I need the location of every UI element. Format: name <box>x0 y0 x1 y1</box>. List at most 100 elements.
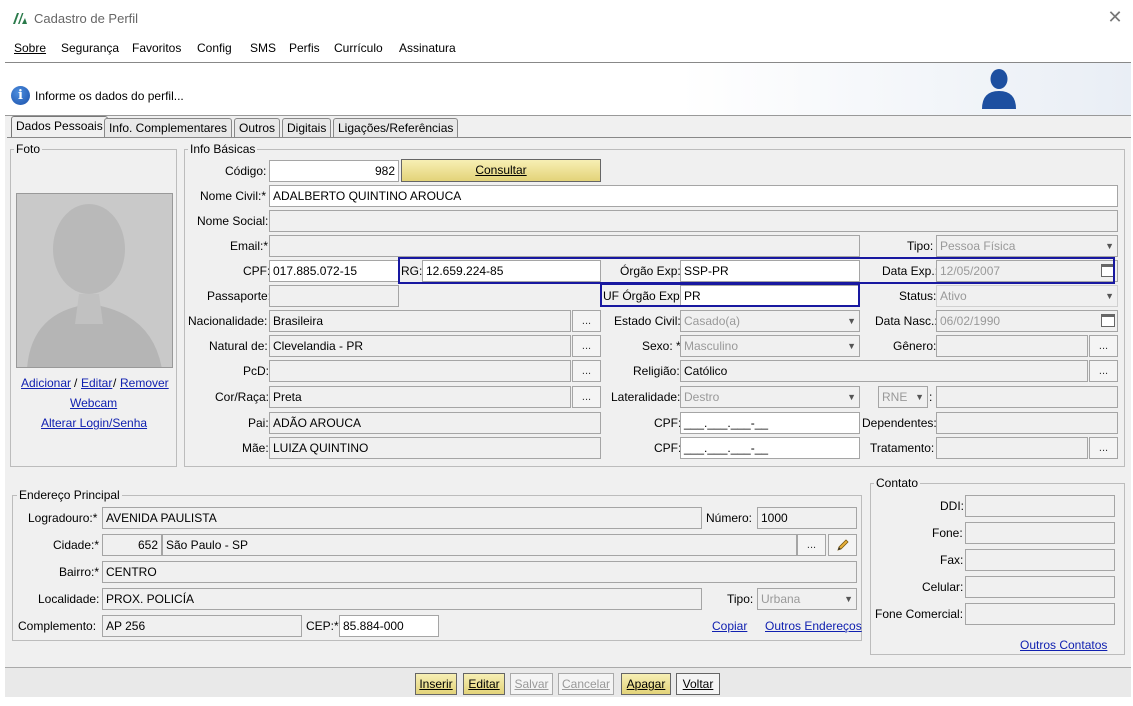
tab-digitais[interactable]: Digitais <box>282 118 332 138</box>
highlight-uf-orgao <box>600 283 860 307</box>
cidade-lookup-button[interactable]: ... <box>797 534 826 556</box>
nome-civil-field[interactable]: ADALBERTO QUINTINO AROUCA <box>269 185 1118 207</box>
nome-social-label: Nome Social: <box>197 214 269 228</box>
logradouro-label: Logradouro:* <box>28 511 98 525</box>
localidade-label: Localidade: <box>38 592 100 606</box>
cor-raca-lookup-button[interactable]: ... <box>572 386 601 408</box>
remove-photo-link[interactable]: Remover <box>120 376 169 390</box>
calendar-icon[interactable] <box>1101 314 1115 327</box>
voltar-button[interactable]: Voltar <box>676 673 720 695</box>
close-icon[interactable]: ✕ <box>1104 6 1126 28</box>
rne-select[interactable]: RNE ▼ <box>878 386 928 408</box>
alter-login-link[interactable]: Alterar Login/Senha <box>41 416 147 430</box>
natural-lookup-button[interactable]: ... <box>572 335 601 357</box>
complemento-field[interactable]: AP 256 <box>102 615 302 637</box>
menu-sms[interactable]: SMS <box>250 41 276 55</box>
tab-dados-pessoais[interactable]: Dados Pessoais <box>11 116 108 138</box>
menu-seguranca[interactable]: Segurança <box>61 41 119 55</box>
localidade-field[interactable]: PROX. POLICÍA <box>102 588 702 610</box>
email-label: Email:* <box>230 239 269 253</box>
mae-field[interactable]: LUIZA QUINTINO <box>269 437 601 459</box>
fax-label: Fax: <box>940 553 964 567</box>
cor-raca-label: Cor/Raça: <box>215 390 270 404</box>
webcam-link[interactable]: Webcam <box>70 396 117 410</box>
editar-button[interactable]: Editar <box>463 673 505 695</box>
religiao-lookup-button[interactable]: ... <box>1089 360 1118 382</box>
data-nasc-field[interactable]: 06/02/1990 <box>936 310 1118 332</box>
copiar-link[interactable]: Copiar <box>712 619 747 633</box>
menu-curriculo[interactable]: Currículo <box>334 41 383 55</box>
tratamento-field[interactable] <box>936 437 1088 459</box>
fax-field[interactable] <box>965 549 1115 571</box>
menu-bar: Sobre Segurança Favoritos Config SMS Per… <box>0 36 1133 62</box>
pencil-edit-icon[interactable] <box>828 534 857 556</box>
pcd-lookup-button[interactable]: ... <box>572 360 601 382</box>
tipo-select[interactable]: Pessoa Física ▼ <box>936 235 1118 257</box>
genero-lookup-button[interactable]: ... <box>1089 335 1118 357</box>
cidade-field[interactable]: São Paulo - SP <box>162 534 797 556</box>
tab-ligacoes-referencias[interactable]: Ligações/Referências <box>333 118 459 138</box>
cidade-code-field[interactable]: 652 <box>102 534 162 556</box>
menu-config[interactable]: Config <box>197 41 232 55</box>
numero-field[interactable]: 1000 <box>757 507 857 529</box>
cep-label: CEP:* <box>306 619 339 633</box>
menu-perfis[interactable]: Perfis <box>289 41 320 55</box>
ddi-field[interactable] <box>965 495 1115 517</box>
lateralidade-select[interactable]: Destro ▼ <box>680 386 860 408</box>
nome-social-field[interactable] <box>269 210 1118 232</box>
info-text: Informe os dados do perfil... <box>35 89 184 103</box>
nacionalidade-field[interactable]: Brasileira <box>269 310 571 332</box>
genero-field[interactable] <box>936 335 1088 357</box>
bairro-field[interactable]: CENTRO <box>102 561 857 583</box>
cancelar-button[interactable]: Cancelar <box>558 673 614 695</box>
natural-label: Natural de: <box>209 339 268 353</box>
salvar-button[interactable]: Salvar <box>510 673 553 695</box>
natural-field[interactable]: Clevelandia - PR <box>269 335 571 357</box>
menu-sobre[interactable]: Sobre <box>14 41 46 55</box>
fone-field[interactable] <box>965 522 1115 544</box>
edit-photo-link[interactable]: Editar <box>81 376 112 390</box>
religiao-field[interactable]: Católico <box>680 360 1088 382</box>
celular-field[interactable] <box>965 576 1115 598</box>
tab-outros[interactable]: Outros <box>234 118 281 138</box>
logradouro-field[interactable]: AVENIDA PAULISTA <box>102 507 702 529</box>
nacionalidade-lookup-button[interactable]: ... <box>572 310 601 332</box>
genero-label: Gênero: <box>893 339 937 353</box>
cpf-pai-field[interactable]: ___.___.___-__ <box>680 412 860 434</box>
consultar-button[interactable]: Consultar <box>401 159 601 182</box>
sexo-select[interactable]: Masculino ▼ <box>680 335 860 357</box>
codigo-field[interactable]: 982 <box>269 160 399 182</box>
cep-field[interactable]: 85.884-000 <box>339 615 439 637</box>
estado-civil-select[interactable]: Casado(a) ▼ <box>680 310 860 332</box>
add-photo-link[interactable]: Adicionar <box>21 376 71 390</box>
mae-label: Mãe: <box>242 441 269 455</box>
passaporte-label: Passaporte: <box>207 289 272 303</box>
menu-assinatura[interactable]: Assinatura <box>399 41 456 55</box>
pcd-label: PcD: <box>243 364 270 378</box>
menu-favoritos[interactable]: Favoritos <box>132 41 181 55</box>
link-separator: / <box>74 376 78 390</box>
background-window-strip <box>0 697 1133 706</box>
outros-enderecos-link[interactable]: Outros Endereços <box>765 619 862 633</box>
apagar-button[interactable]: Apagar <box>621 673 671 695</box>
cpf-field[interactable]: 017.885.072-15 <box>269 260 399 282</box>
pai-field[interactable]: ADÃO AROUCA <box>269 412 601 434</box>
fone-comercial-field[interactable] <box>965 603 1115 625</box>
endereco-tipo-select[interactable]: Urbana ▼ <box>757 588 857 610</box>
inserir-button[interactable]: Inserir <box>415 673 457 695</box>
lateralidade-label: Lateralidade: <box>611 390 681 404</box>
pcd-field[interactable] <box>269 360 571 382</box>
outros-contatos-link[interactable]: Outros Contatos <box>1020 638 1107 652</box>
status-select[interactable]: Ativo ▼ <box>936 285 1118 307</box>
cpf-pai-label: CPF: <box>654 416 682 430</box>
tab-info-complementares[interactable]: Info. Complementares <box>104 118 233 138</box>
rne-field[interactable] <box>936 386 1118 408</box>
bairro-label: Bairro:* <box>59 565 100 579</box>
tratamento-lookup-button[interactable]: ... <box>1089 437 1118 459</box>
dependentes-field[interactable] <box>936 412 1118 434</box>
cpf-mae-field[interactable]: ___.___.___-__ <box>680 437 860 459</box>
chevron-down-icon: ▼ <box>847 392 856 402</box>
email-field[interactable] <box>269 235 860 257</box>
cor-raca-field[interactable]: Preta <box>269 386 571 408</box>
passaporte-field[interactable] <box>269 285 399 307</box>
